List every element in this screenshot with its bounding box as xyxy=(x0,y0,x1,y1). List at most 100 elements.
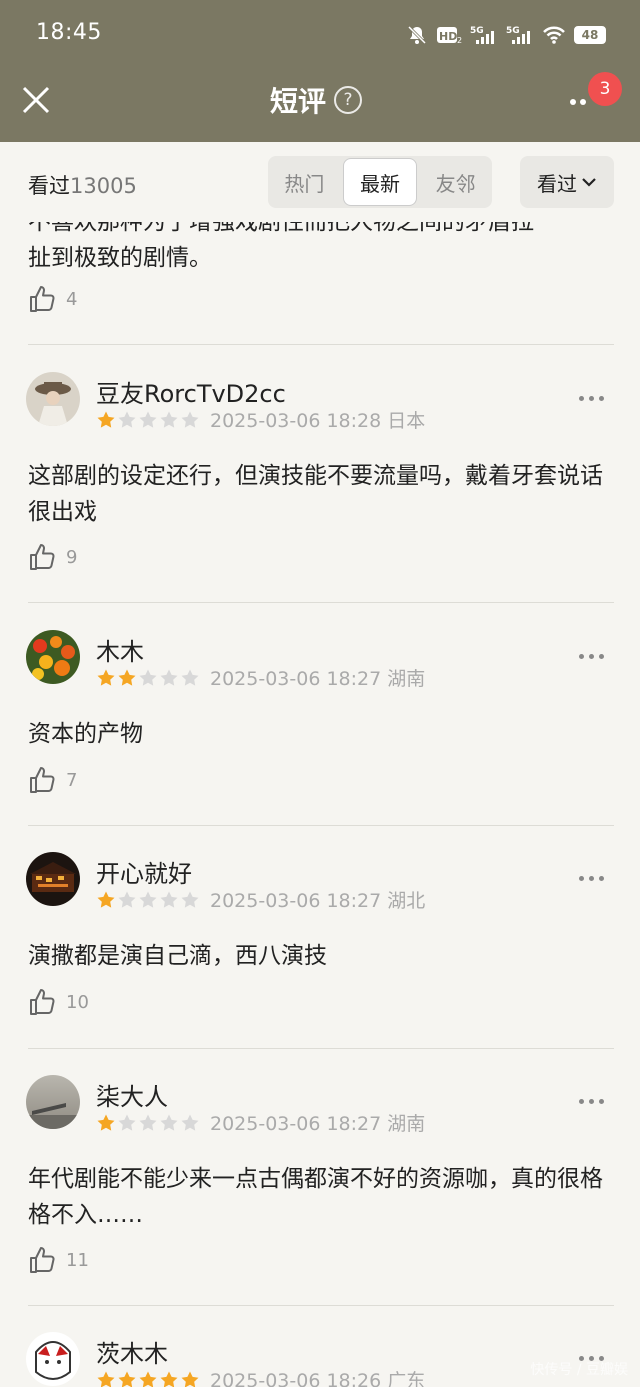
review-time-location: 2025-03-06 18:26 广东 xyxy=(210,1370,426,1387)
star-filled-icon xyxy=(97,669,115,686)
star-empty-icon xyxy=(118,1114,136,1131)
chevron-down-icon xyxy=(582,178,596,187)
review-menu-button[interactable] xyxy=(579,654,604,659)
svg-text:5G: 5G xyxy=(506,26,520,36)
divider xyxy=(28,1305,614,1306)
thumbs-up-icon xyxy=(30,286,55,312)
status-time: 18:45 xyxy=(36,20,102,45)
hd-icon: HD 2 xyxy=(436,25,462,45)
close-button[interactable] xyxy=(16,80,56,120)
review-text: 年代剧能不能少来一点古偶都演不好的资源咖，真的很格格不入…… xyxy=(28,1166,603,1228)
star-empty-icon xyxy=(181,891,199,908)
star-filled-icon xyxy=(97,1114,115,1131)
like-button[interactable]: 10 xyxy=(28,987,89,1017)
star-empty-icon xyxy=(139,1114,157,1131)
tab-latest[interactable]: 最新 xyxy=(342,158,418,206)
review-time-location: 2025-03-06 18:27 湖南 xyxy=(210,668,426,690)
thumbs-up-icon xyxy=(30,1247,55,1273)
filter-bar: 看过13005 热门 最新 友邻 看过 xyxy=(0,142,640,222)
partial-line-2: 扯到极致的剧情。 xyxy=(28,245,212,271)
status-dropdown[interactable]: 看过 xyxy=(520,156,614,208)
divider xyxy=(28,825,614,826)
like-button[interactable]: 9 xyxy=(28,542,77,572)
thumbs-up-icon xyxy=(30,989,55,1015)
username[interactable]: 豆友RorcTvD2cc xyxy=(96,374,286,409)
review-meta: 2025-03-06 18:27 湖南 xyxy=(96,1109,425,1136)
review-meta: 2025-03-06 18:28 日本 xyxy=(96,406,425,433)
star-empty-icon xyxy=(181,411,199,428)
star-rating xyxy=(96,890,200,910)
like-button[interactable]: 7 xyxy=(28,765,77,795)
like-count: 11 xyxy=(66,1249,89,1271)
svg-text:HD: HD xyxy=(439,30,457,43)
thumbs-up-icon xyxy=(30,767,55,793)
top-bar: 18:45 HD 2 5G 5G 48 短评 ? 3 xyxy=(0,0,640,142)
star-filled-icon xyxy=(118,1371,136,1387)
avatar[interactable] xyxy=(26,1075,80,1129)
page-title-group: 短评 ? xyxy=(270,80,363,120)
like-button[interactable]: 4 xyxy=(28,284,77,314)
username[interactable]: 木木 xyxy=(96,632,144,667)
like-button[interactable]: 11 xyxy=(28,1245,89,1275)
star-empty-icon xyxy=(181,1114,199,1131)
battery-icon: 48 xyxy=(574,26,606,44)
review-time-location: 2025-03-06 18:27 湖南 xyxy=(210,1113,426,1135)
review-meta: 2025-03-06 18:27 湖北 xyxy=(96,886,425,913)
star-empty-icon xyxy=(139,669,157,686)
star-filled-icon xyxy=(118,669,136,686)
review-time-location: 2025-03-06 18:28 日本 xyxy=(210,410,426,432)
like-count: 4 xyxy=(66,288,78,310)
star-rating xyxy=(96,1370,200,1387)
star-filled-icon xyxy=(97,1371,115,1387)
tab-hot[interactable]: 热门 xyxy=(268,158,341,206)
seen-count-number: 13005 xyxy=(70,174,137,198)
divider xyxy=(28,344,614,345)
avatar[interactable] xyxy=(26,852,80,906)
svg-text:5G: 5G xyxy=(470,26,484,36)
bell-mute-icon xyxy=(406,24,428,46)
review-text: 资本的产物 xyxy=(28,721,143,747)
nav-bar: 短评 ? xyxy=(0,70,640,142)
avatar[interactable] xyxy=(26,372,80,426)
like-count: 9 xyxy=(66,546,78,568)
review-menu-button[interactable] xyxy=(579,396,604,401)
like-count: 7 xyxy=(66,769,78,791)
star-filled-icon xyxy=(97,411,115,428)
review-feed[interactable]: 不喜欢那种为了增强戏剧性而把人物之间的矛盾拉 扯到极致的剧情。 4 豆友Rorc… xyxy=(0,222,640,1387)
signal-5g-icon: 5G xyxy=(470,24,498,46)
divider xyxy=(28,1048,614,1049)
review-menu-button[interactable] xyxy=(579,876,604,881)
star-empty-icon xyxy=(160,1114,178,1131)
star-filled-icon xyxy=(139,1371,157,1387)
star-filled-icon xyxy=(160,1371,178,1387)
thumbs-up-icon xyxy=(30,544,55,570)
close-icon xyxy=(22,86,50,114)
review-meta: 2025-03-06 18:27 湖南 xyxy=(96,664,425,691)
username[interactable]: 开心就好 xyxy=(96,854,192,889)
status-icons: HD 2 5G 5G 48 xyxy=(406,22,606,48)
avatar[interactable] xyxy=(26,630,80,684)
star-empty-icon xyxy=(139,891,157,908)
review-menu-button[interactable] xyxy=(579,1099,604,1104)
star-empty-icon xyxy=(160,669,178,686)
status-bar: 18:45 HD 2 5G 5G 48 xyxy=(0,0,640,70)
star-empty-icon xyxy=(118,891,136,908)
more-dot xyxy=(570,99,576,105)
signal-5g-icon-2: 5G xyxy=(506,24,534,46)
more-dot xyxy=(580,99,586,105)
username[interactable]: 柒大人 xyxy=(96,1077,168,1112)
avatar[interactable] xyxy=(26,1332,80,1386)
seen-count-label: 看过 xyxy=(28,174,70,198)
star-empty-icon xyxy=(181,669,199,686)
partial-review-text: 不喜欢那种为了增强戏剧性而把人物之间的矛盾拉 扯到极致的剧情。 xyxy=(28,222,618,276)
help-icon[interactable]: ? xyxy=(334,86,363,114)
like-count: 10 xyxy=(66,991,89,1013)
review-meta: 2025-03-06 18:26 广东 xyxy=(96,1366,425,1387)
notification-badge[interactable]: 3 xyxy=(588,72,622,106)
username[interactable]: 茨木木 xyxy=(96,1334,168,1369)
wifi-icon xyxy=(542,25,566,45)
review-time-location: 2025-03-06 18:27 湖北 xyxy=(210,890,426,912)
tab-friends[interactable]: 友邻 xyxy=(419,158,492,206)
star-filled-icon xyxy=(97,891,115,908)
star-empty-icon xyxy=(160,891,178,908)
